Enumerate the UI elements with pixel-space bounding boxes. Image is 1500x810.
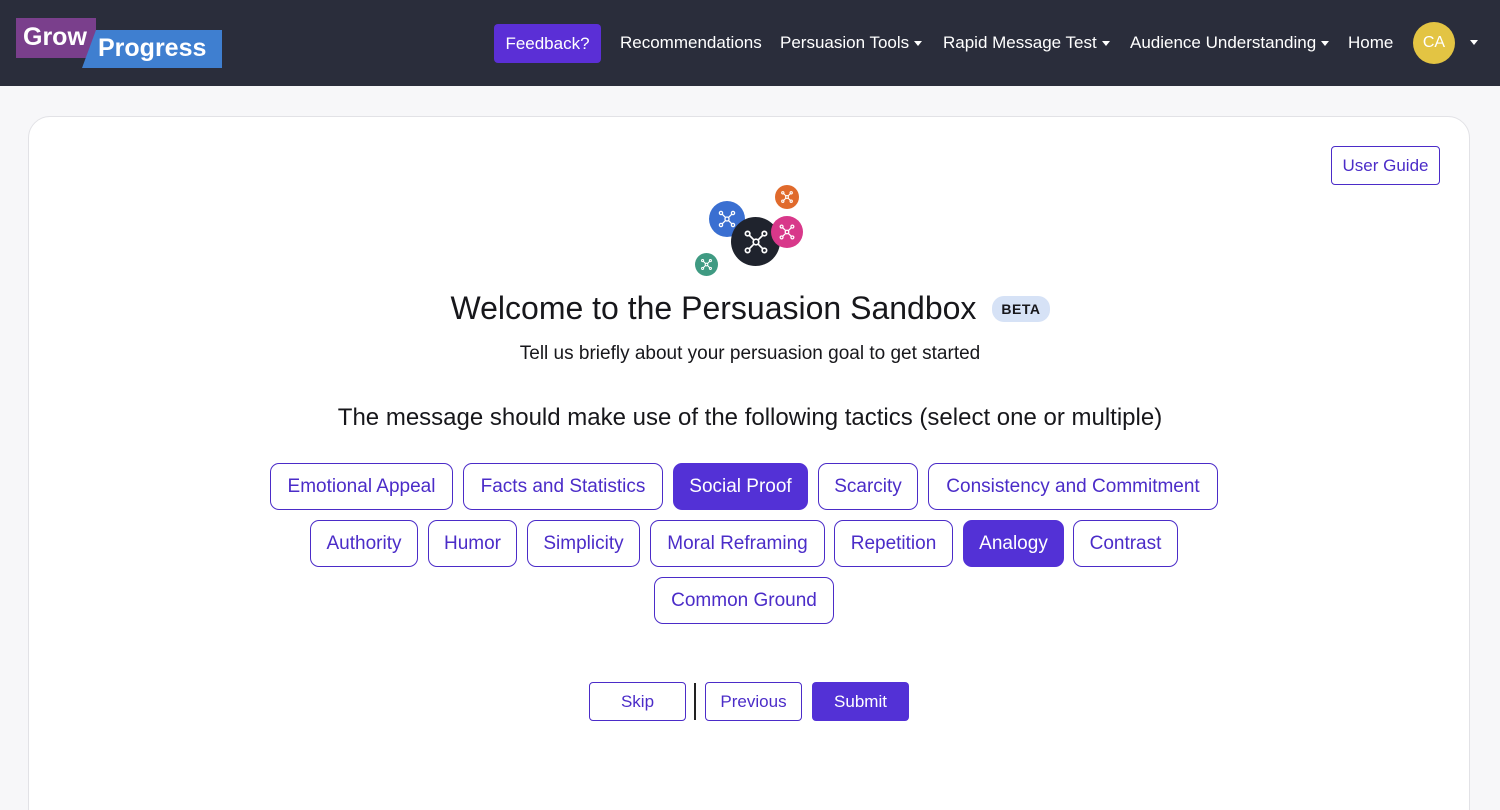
title-row: Welcome to the Persuasion Sandbox BETA [0,290,1500,327]
network-icon [775,185,799,209]
previous-button[interactable]: Previous [705,682,802,721]
chevron-down-icon [1321,40,1330,46]
nav-recommendations-label: Recommendations [620,33,762,52]
nav-home[interactable]: Home [1348,33,1393,53]
nav-persuasion-tools-label: Persuasion Tools [780,33,910,52]
tactic-chip-humor[interactable]: Humor [428,520,517,567]
tactic-chip-emotional-appeal[interactable]: Emotional Appeal [270,463,453,510]
tactic-chip-authority[interactable]: Authority [310,520,418,567]
button-divider [694,683,696,720]
chevron-down-icon [1101,40,1110,46]
tactic-chip-scarcity[interactable]: Scarcity [818,463,918,510]
tactic-chip-repetition[interactable]: Repetition [834,520,953,567]
user-guide-button[interactable]: User Guide [1331,146,1440,185]
tactic-chip-social-proof[interactable]: Social Proof [673,463,808,510]
logo-grow-text: Grow [23,23,87,51]
page-subtitle: Tell us briefly about your persuasion go… [519,343,981,364]
nav-rapid-message-test[interactable]: Rapid Message Test [943,33,1110,53]
beta-badge: BETA [992,295,1050,322]
top-navbar: Grow Progress Feedback? Recommendations … [0,0,1500,86]
tactic-chip-analogy[interactable]: Analogy [963,520,1064,567]
tactic-chip-common-ground[interactable]: Common Ground [654,577,834,624]
network-icon [695,253,718,276]
grow-progress-logo[interactable]: Grow Progress [16,18,226,70]
network-icon [771,216,803,248]
skip-button[interactable]: Skip [589,682,686,721]
nav-recommendations[interactable]: Recommendations [620,33,762,53]
tactic-chip-moral-reframing[interactable]: Moral Reframing [650,520,825,567]
nav-rapid-message-test-label: Rapid Message Test [943,33,1097,52]
tactics-instruction: The message should make use of the follo… [337,404,1163,431]
tactic-chip-contrast[interactable]: Contrast [1073,520,1178,567]
user-avatar[interactable]: CA [1413,22,1455,64]
feedback-button[interactable]: Feedback? [494,24,601,63]
tactic-chip-facts-and-statistics[interactable]: Facts and Statistics [463,463,663,510]
avatar-chevron-down-icon[interactable] [1470,40,1478,45]
nav-home-label: Home [1348,33,1394,52]
tactic-chip-consistency-and-commitment[interactable]: Consistency and Commitment [928,463,1218,510]
nav-audience-understanding[interactable]: Audience Understanding [1130,33,1330,53]
page-title: Welcome to the Persuasion Sandbox [450,290,977,326]
logo-progress-text: Progress [98,34,207,62]
network-bubbles-illustration [690,180,810,280]
tactic-chip-simplicity[interactable]: Simplicity [527,520,640,567]
chevron-down-icon [914,40,923,46]
nav-audience-understanding-label: Audience Understanding [1130,33,1317,52]
nav-persuasion-tools[interactable]: Persuasion Tools [780,33,923,53]
submit-button[interactable]: Submit [812,682,909,721]
